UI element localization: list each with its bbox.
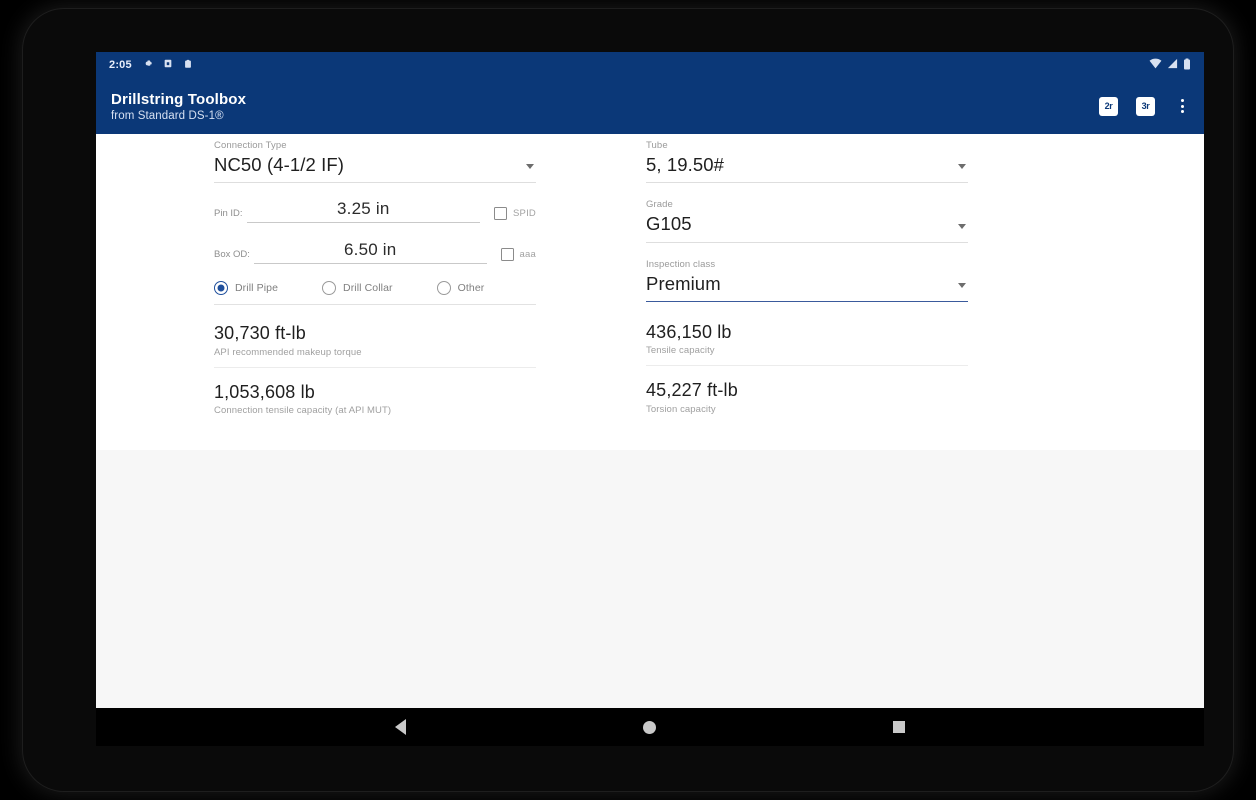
- box-od-label: Box OD:: [214, 249, 250, 261]
- chevron-down-icon: [526, 164, 534, 170]
- pin-id-row: Pin ID: 3.25 in SPID: [214, 199, 536, 224]
- torsion-capacity-caption: Torsion capacity: [646, 403, 716, 415]
- page-title: Drillstring Toolbox: [111, 90, 247, 108]
- radio-drill-pipe-label: Drill Pipe: [235, 282, 279, 295]
- overflow-menu-icon[interactable]: [1173, 95, 1191, 117]
- grade-value: G105: [646, 213, 692, 235]
- tube-label: Tube: [646, 140, 668, 151]
- clipboard-icon: [183, 58, 193, 73]
- radio-drill-collar[interactable]: Drill Collar: [322, 281, 393, 296]
- pin-id-label: Pin ID:: [214, 208, 243, 220]
- radio-other[interactable]: Other: [436, 281, 485, 296]
- app-bar: Drillstring Toolbox from Standard DS-1® …: [96, 78, 1204, 134]
- connection-tensile-result: 1,053,608 lb Connection tensile capacity…: [214, 378, 536, 426]
- inspection-class-dropdown[interactable]: Inspection class Premium: [646, 259, 968, 302]
- connection-tensile-value: 1,053,608 lb: [214, 381, 315, 402]
- pin-id-checkbox-label: SPID: [513, 208, 536, 220]
- status-bar-left: 2:05: [109, 58, 193, 73]
- inspection-class-value: Premium: [646, 272, 721, 294]
- app-notification-icon: [163, 58, 173, 72]
- box-od-value: 6.50 in: [344, 240, 397, 260]
- unit-toggle-button[interactable]: 2r: [1099, 96, 1118, 116]
- chevron-down-icon: [958, 164, 966, 170]
- two-column-layout: Connection Type NC50 (4-1/2 IF) Pin ID: …: [96, 140, 1204, 425]
- radio-unselected-icon: [436, 281, 451, 296]
- tube-column: Tube 5, 19.50# Grade G105 Inspection cla: [646, 140, 968, 425]
- home-icon: [643, 720, 657, 734]
- connection-type-dropdown[interactable]: Connection Type NC50 (4-1/2 IF): [214, 140, 536, 184]
- connection-type-label: Connection Type: [214, 140, 287, 151]
- battery-icon: [1183, 58, 1191, 73]
- tube-value: 5, 19.50#: [646, 154, 725, 175]
- page-subtitle: from Standard DS-1®: [111, 109, 224, 122]
- box-od-input[interactable]: 6.50 in: [253, 240, 487, 265]
- inspection-class-label: Inspection class: [646, 258, 716, 270]
- tube-dropdown[interactable]: Tube 5, 19.50#: [646, 140, 968, 184]
- makeup-torque-caption: API recommended makeup torque: [214, 346, 362, 358]
- connection-tensile-caption: Connection tensile capacity (at API MUT): [214, 405, 392, 417]
- radio-drill-collar-label: Drill Collar: [343, 282, 393, 295]
- nav-recents-button[interactable]: [876, 708, 922, 746]
- component-type-radio-group: Drill Pipe Drill Collar Other: [214, 281, 536, 306]
- cellular-signal-icon: [1167, 58, 1178, 72]
- pin-id-value: 3.25 in: [337, 199, 390, 219]
- checkbox-icon: [494, 207, 508, 221]
- back-icon: [395, 719, 407, 735]
- makeup-torque-result: 30,730 ft-lb API recommended makeup torq…: [214, 319, 536, 368]
- settings-gear-icon: [142, 58, 153, 72]
- tablet-device-frame: 2:05 Drillstring Toolbox from Standard D…: [22, 8, 1234, 792]
- box-od-checkbox[interactable]: aaa: [500, 248, 536, 264]
- app-bar-actions: 2r 3r: [1099, 95, 1191, 117]
- radio-unselected-icon: [322, 281, 337, 296]
- recents-icon: [893, 721, 906, 733]
- pin-id-input[interactable]: 3.25 in: [246, 199, 481, 224]
- nav-home-button[interactable]: [627, 708, 673, 746]
- chevron-down-icon: [958, 223, 966, 229]
- app-bar-title-group: Drillstring Toolbox from Standard DS-1®: [111, 91, 246, 122]
- android-nav-bar: [96, 708, 1204, 746]
- connection-type-value: NC50 (4-1/2 IF): [214, 154, 345, 175]
- radio-other-label: Other: [457, 282, 485, 295]
- wifi-icon: [1149, 58, 1162, 72]
- tensile-capacity-value: 436,150 lb: [646, 321, 732, 342]
- tensile-capacity-caption: Tensile capacity: [646, 345, 715, 357]
- makeup-torque-value: 30,730 ft-lb: [214, 323, 306, 344]
- pin-id-checkbox[interactable]: SPID: [494, 207, 536, 223]
- tablet-screen: 2:05 Drillstring Toolbox from Standard D…: [96, 52, 1204, 708]
- secondary-action-button[interactable]: 3r: [1136, 96, 1155, 116]
- radio-drill-pipe[interactable]: Drill Pipe: [214, 281, 279, 296]
- screenshot-stage: 2:05 Drillstring Toolbox from Standard D…: [0, 0, 1256, 800]
- nav-back-button[interactable]: [378, 708, 424, 746]
- box-od-row: Box OD: 6.50 in aaa: [214, 240, 536, 265]
- android-status-bar: 2:05: [96, 52, 1204, 78]
- content-scroll-area[interactable]: Connection Type NC50 (4-1/2 IF) Pin ID: …: [96, 134, 1204, 708]
- torsion-capacity-value: 45,227 ft-lb: [646, 380, 738, 401]
- status-bar-right: [1149, 58, 1191, 73]
- calculator-card: Connection Type NC50 (4-1/2 IF) Pin ID: …: [96, 134, 1204, 450]
- torsion-capacity-result: 45,227 ft-lb Torsion capacity: [646, 376, 968, 424]
- tensile-capacity-result: 436,150 lb Tensile capacity: [646, 318, 968, 367]
- radio-selected-icon: [214, 281, 228, 296]
- chevron-down-icon: [958, 282, 966, 288]
- grade-label: Grade: [646, 199, 673, 211]
- checkbox-icon: [500, 248, 514, 262]
- grade-dropdown[interactable]: Grade G105: [646, 199, 968, 243]
- status-bar-clock: 2:05: [109, 59, 132, 71]
- connection-column: Connection Type NC50 (4-1/2 IF) Pin ID: …: [214, 140, 536, 425]
- box-od-checkbox-label: aaa: [519, 249, 536, 261]
